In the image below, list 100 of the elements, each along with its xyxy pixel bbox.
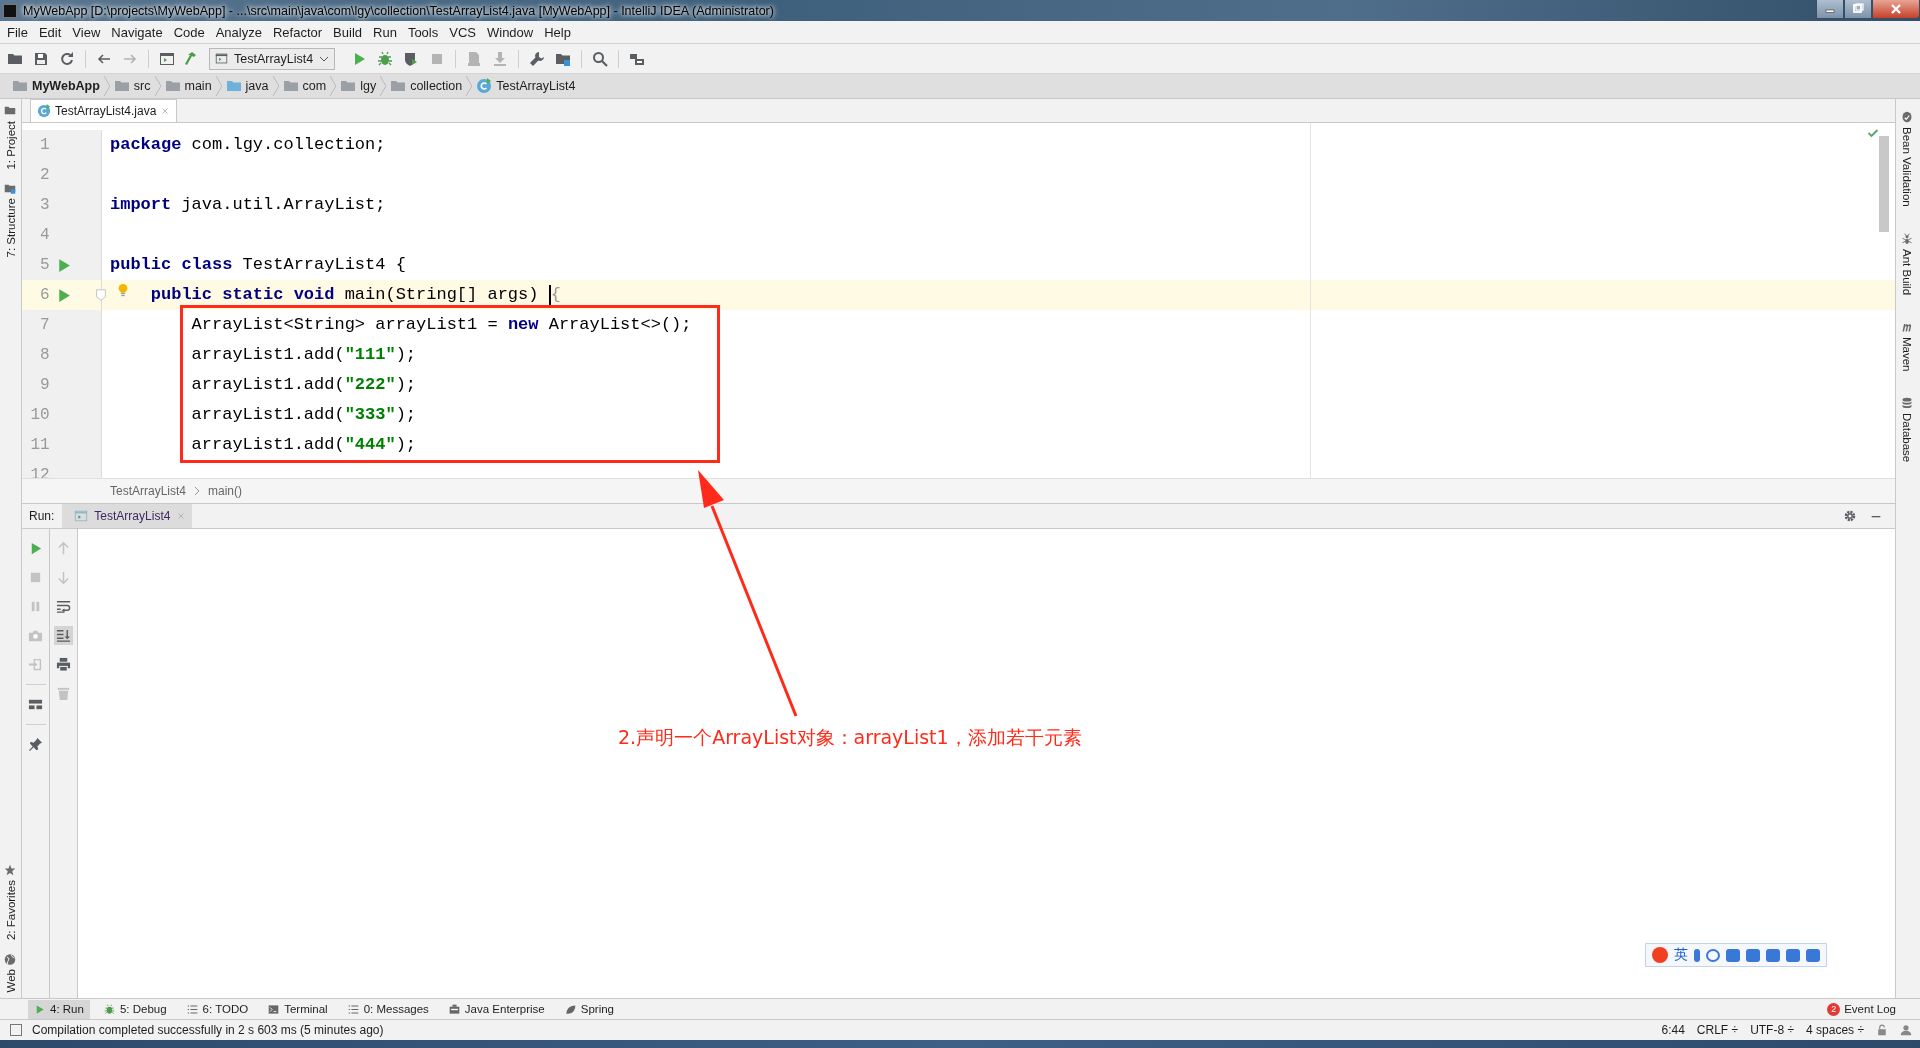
breadcrumb-item[interactable]: TestArrayList4 xyxy=(472,78,580,94)
window-icon[interactable] xyxy=(159,50,175,67)
code-line: arrayList1.add("333"); xyxy=(190,404,417,426)
tool-window-button[interactable]: Ant Build xyxy=(1896,226,1917,301)
breadcrumb-item[interactable]: java xyxy=(221,78,273,94)
status-widget[interactable]: UTF-8 ÷ xyxy=(1750,1023,1795,1037)
status-toggle-icon[interactable] xyxy=(10,1024,22,1036)
input-mode-toggle[interactable]: 英 xyxy=(1674,946,1688,964)
bulb-icon[interactable] xyxy=(116,282,130,298)
wrench-icon[interactable] xyxy=(529,50,546,67)
menu-item[interactable]: Code xyxy=(168,22,210,42)
annotation-text: 2.声明一个ArrayList对象：arrayList1，添加若干元素 xyxy=(618,725,1082,750)
code-line: import java.util.ArrayList; xyxy=(110,194,386,216)
menu-item[interactable]: Analyze xyxy=(210,22,267,42)
maximize-button[interactable] xyxy=(1844,0,1872,19)
folder-icon xyxy=(113,78,130,94)
menu-item[interactable]: Edit xyxy=(33,22,67,42)
status-widget[interactable]: 6:44 xyxy=(1661,1023,1685,1037)
scroll-to-end-icon[interactable] xyxy=(54,626,73,645)
run-tab[interactable]: TestArrayList4 xyxy=(62,504,193,528)
tool-window-button[interactable]: 0: Messages xyxy=(341,999,435,1019)
status-widget[interactable]: CRLF ÷ xyxy=(1696,1023,1739,1037)
chevron-icon xyxy=(380,76,387,96)
breadcrumb-item[interactable]: MyWebApp xyxy=(8,78,104,94)
menu-item[interactable]: Help xyxy=(539,22,576,42)
toolbar-icon[interactable] xyxy=(1694,948,1700,962)
globe-icon xyxy=(4,952,17,965)
tool-window-button[interactable]: 7: Structure xyxy=(0,175,21,264)
code-line: arrayList1.add("222"); xyxy=(190,374,417,396)
window-icon xyxy=(74,509,89,523)
breadcrumb-item[interactable]: main() xyxy=(208,484,243,498)
tool-window-button[interactable]: Java Enterprise xyxy=(442,999,551,1019)
pin-icon[interactable] xyxy=(26,735,45,754)
breadcrumb-item[interactable]: TestArrayList4 xyxy=(110,484,187,498)
tool-window-button[interactable]: 1: Project xyxy=(0,99,21,176)
tool-window-button[interactable]: 6: TODO xyxy=(180,999,255,1019)
menu-item[interactable]: VCS xyxy=(444,22,481,42)
class-icon xyxy=(37,104,51,118)
chevron-icon xyxy=(154,76,161,96)
menu-item[interactable]: Tools xyxy=(402,22,444,42)
breadcrumb-item[interactable]: com xyxy=(278,78,331,94)
menu-item[interactable]: View xyxy=(67,22,106,42)
close-button[interactable] xyxy=(1872,0,1920,19)
code-line: public class TestArrayList4 { xyxy=(110,254,406,276)
scrollbar[interactable] xyxy=(1879,136,1889,232)
tool-window-button[interactable]: Terminal xyxy=(262,999,334,1019)
tool-window-button[interactable]: Maven xyxy=(1896,314,1917,378)
list-icon xyxy=(347,1003,359,1015)
breadcrumb-item[interactable]: lgy xyxy=(336,78,381,94)
code-editor[interactable] xyxy=(22,123,1895,478)
sync-icon[interactable] xyxy=(59,50,75,67)
folder-icon xyxy=(340,78,357,94)
ant-icon xyxy=(1900,232,1913,245)
event-log-button[interactable]: 2 Event Log xyxy=(1827,1002,1896,1016)
menu-item[interactable]: Window xyxy=(481,22,539,42)
tool-window-button[interactable]: 4: Run xyxy=(28,999,90,1019)
print-icon[interactable] xyxy=(54,655,73,674)
panel-title: Run: xyxy=(28,509,56,523)
tool-window-button[interactable]: 2: Favorites xyxy=(0,858,21,947)
lock-icon[interactable] xyxy=(1876,1024,1888,1036)
tool-window-button[interactable]: Web xyxy=(0,946,21,998)
bug-icon[interactable] xyxy=(377,50,394,67)
minimize-button[interactable] xyxy=(1816,0,1844,19)
tool-window-button[interactable]: 5: Debug xyxy=(97,999,173,1019)
toolbar-icon[interactable] xyxy=(1706,948,1720,962)
menu-item[interactable]: Run xyxy=(368,22,402,42)
close-icon xyxy=(1888,3,1904,15)
line-number: 10 xyxy=(29,406,50,424)
window-title: MyWebApp [D:\projects\MyWebApp] - ...\src\main\java\com\lgy\collection\TestArrayList4.java [MyWebApp] - IntelliJ IDEA (Administrator) xyxy=(23,3,774,18)
breadcrumb-item[interactable]: collection xyxy=(386,78,467,94)
leaf-icon xyxy=(564,1003,576,1015)
toolbar-icon[interactable] xyxy=(1806,948,1820,962)
menu-item[interactable]: Navigate xyxy=(106,22,168,42)
tool-window-button[interactable]: Database xyxy=(1896,391,1917,469)
breadcrumb-item[interactable]: src xyxy=(109,78,155,94)
menu-item[interactable]: Refactor xyxy=(267,22,328,42)
toolbar-icon[interactable] xyxy=(1726,948,1740,962)
chevron-icon xyxy=(194,486,201,496)
editor-tab[interactable]: TestArrayList4.java xyxy=(30,99,178,122)
toolbar-icon[interactable] xyxy=(1746,948,1760,962)
line-number: 4 xyxy=(39,226,50,244)
chevron-icon xyxy=(272,76,279,96)
search-icon[interactable] xyxy=(592,50,609,67)
enterprise-icon xyxy=(448,1003,460,1015)
breadcrumb-item[interactable]: main xyxy=(160,78,216,94)
toolbar-icon[interactable] xyxy=(1786,948,1800,962)
line-number: 1 xyxy=(39,136,50,154)
status-widget[interactable]: 4 spaces ÷ xyxy=(1806,1023,1864,1037)
settings-icon[interactable] xyxy=(1843,509,1857,523)
menu-item[interactable]: Build xyxy=(328,22,367,42)
maximize-icon xyxy=(1850,3,1866,15)
line-number: 3 xyxy=(39,196,50,214)
person-icon[interactable] xyxy=(1900,1024,1912,1036)
toolbar-icon[interactable] xyxy=(1766,948,1780,962)
run-configuration-dropdown[interactable]: TestArrayList4 xyxy=(209,47,336,70)
folder-icon xyxy=(225,78,242,94)
tool-window-button[interactable]: Bean Validation xyxy=(1896,105,1917,213)
tool-window-button[interactable]: Spring xyxy=(558,999,620,1019)
menu-item[interactable]: File xyxy=(2,22,33,42)
save-icon[interactable] xyxy=(33,50,49,67)
